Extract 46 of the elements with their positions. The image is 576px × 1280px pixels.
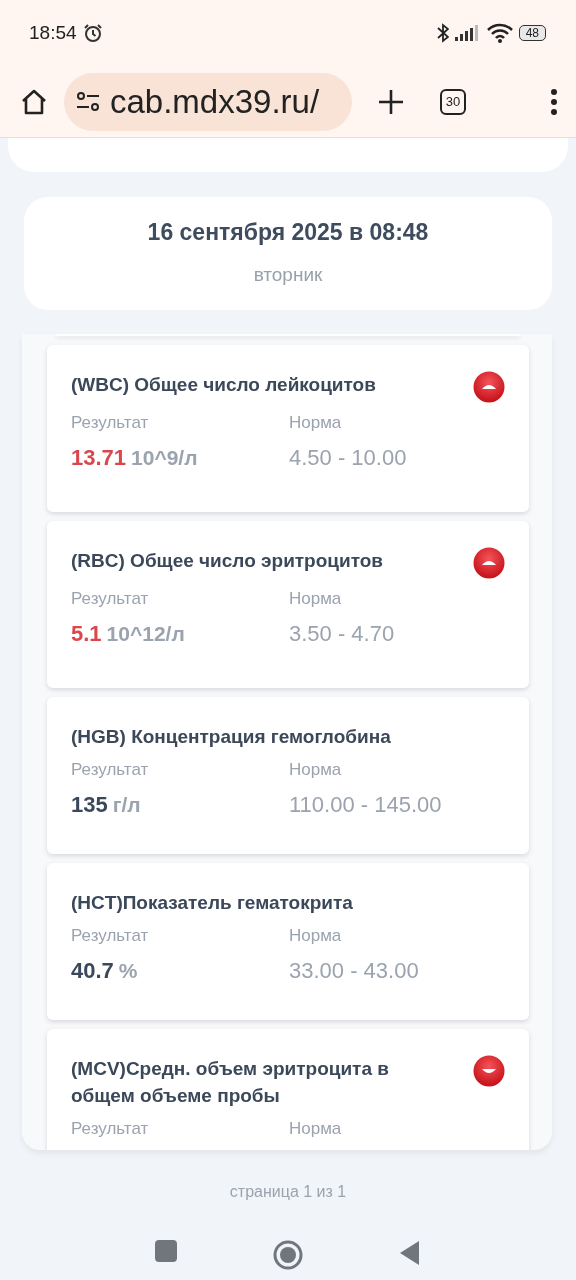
norm-label: Норма	[289, 589, 343, 609]
result-label: Результат	[71, 760, 150, 780]
result-unit: г/л	[112, 793, 141, 817]
norm-range: 110.00 - 145.00	[289, 792, 443, 818]
status-time: 18:54	[29, 22, 77, 44]
home-circle-icon[interactable]	[273, 1240, 303, 1270]
test-name: (MCV)Средн. объем эритроцита в общем объеме пробы	[71, 1057, 390, 1108]
norm-label: Норма	[289, 1119, 343, 1139]
page-counter: страница 1 из 1	[229, 1183, 347, 1201]
address-bar[interactable]: cab.mdx39.ru/	[64, 72, 352, 131]
norm-label: Норма	[289, 760, 343, 780]
weekday: вторник	[253, 264, 323, 286]
result-value: 5.1	[71, 621, 102, 647]
battery-indicator: 48	[518, 25, 546, 41]
result-value: 135	[71, 792, 108, 818]
plus-icon[interactable]	[378, 88, 404, 115]
test-name: (RBC) Общее число эритроцитов	[71, 549, 384, 573]
norm-range: 4.50 - 10.00	[289, 445, 408, 471]
url-text: cab.mdx39.ru/	[110, 82, 320, 121]
norm-label: Норма	[289, 926, 343, 946]
result-unit: 10^12/л	[106, 622, 185, 646]
result-label: Результат	[71, 1119, 150, 1139]
menu-icon[interactable]	[550, 88, 558, 115]
result-unit: %	[118, 959, 138, 983]
result-value: 13.71	[71, 445, 127, 471]
norm-range: 33.00 - 43.00	[289, 958, 420, 984]
result-label: Результат	[71, 413, 150, 433]
sliders-icon[interactable]	[76, 90, 100, 113]
test-name: (HCT)Показатель гематокрита	[71, 891, 353, 915]
result-label: Результат	[71, 589, 150, 609]
alarm-icon	[82, 23, 103, 43]
test-name: (WBC) Общее число лейкоцитов	[71, 373, 376, 397]
wifi-icon	[486, 23, 513, 43]
norm-label: Норма	[289, 413, 343, 433]
norm-range: 3.50 - 4.70	[289, 621, 396, 647]
tab-count[interactable]: 30	[440, 88, 466, 115]
square-icon[interactable]	[155, 1240, 177, 1262]
result-value: 40.7	[71, 958, 114, 984]
test-name: (HGB) Концентрация гемоглобина	[71, 725, 391, 749]
visit-date: 16 сентября 2025 в 08:48	[147, 219, 429, 246]
home-icon[interactable]	[20, 87, 48, 116]
result-unit: 10^9/л	[131, 446, 198, 470]
back-icon[interactable]	[399, 1240, 421, 1266]
result-label: Результат	[71, 926, 150, 946]
bluetooth-icon	[436, 23, 449, 43]
signal-icon	[454, 25, 481, 41]
